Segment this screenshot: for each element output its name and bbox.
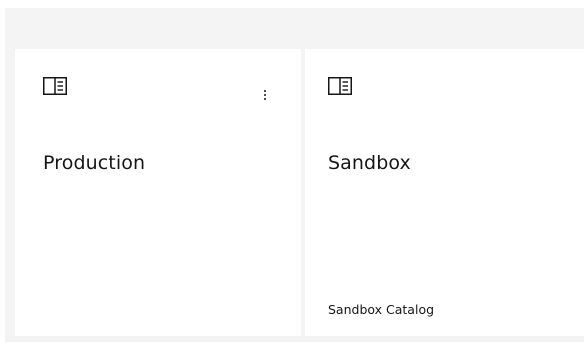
overflow-dot [264,90,266,92]
overflow-dot [264,94,266,96]
catalog-description: Sandbox Catalog [328,302,435,317]
catalog-page: Production Sandbox Sandbox Catalog [0,0,584,350]
catalog-icon [43,77,67,95]
catalog-title: Production [43,152,146,174]
overflow-menu-vertical-icon[interactable] [258,85,272,105]
overflow-dot [264,98,266,100]
catalog-tile-sandbox[interactable]: Sandbox Sandbox Catalog [305,49,584,336]
catalog-tile-production[interactable]: Production [15,49,301,336]
catalog-icon [328,77,352,95]
catalog-title: Sandbox [328,152,411,174]
catalog-tiles-panel: Production Sandbox Sandbox Catalog [5,8,584,342]
